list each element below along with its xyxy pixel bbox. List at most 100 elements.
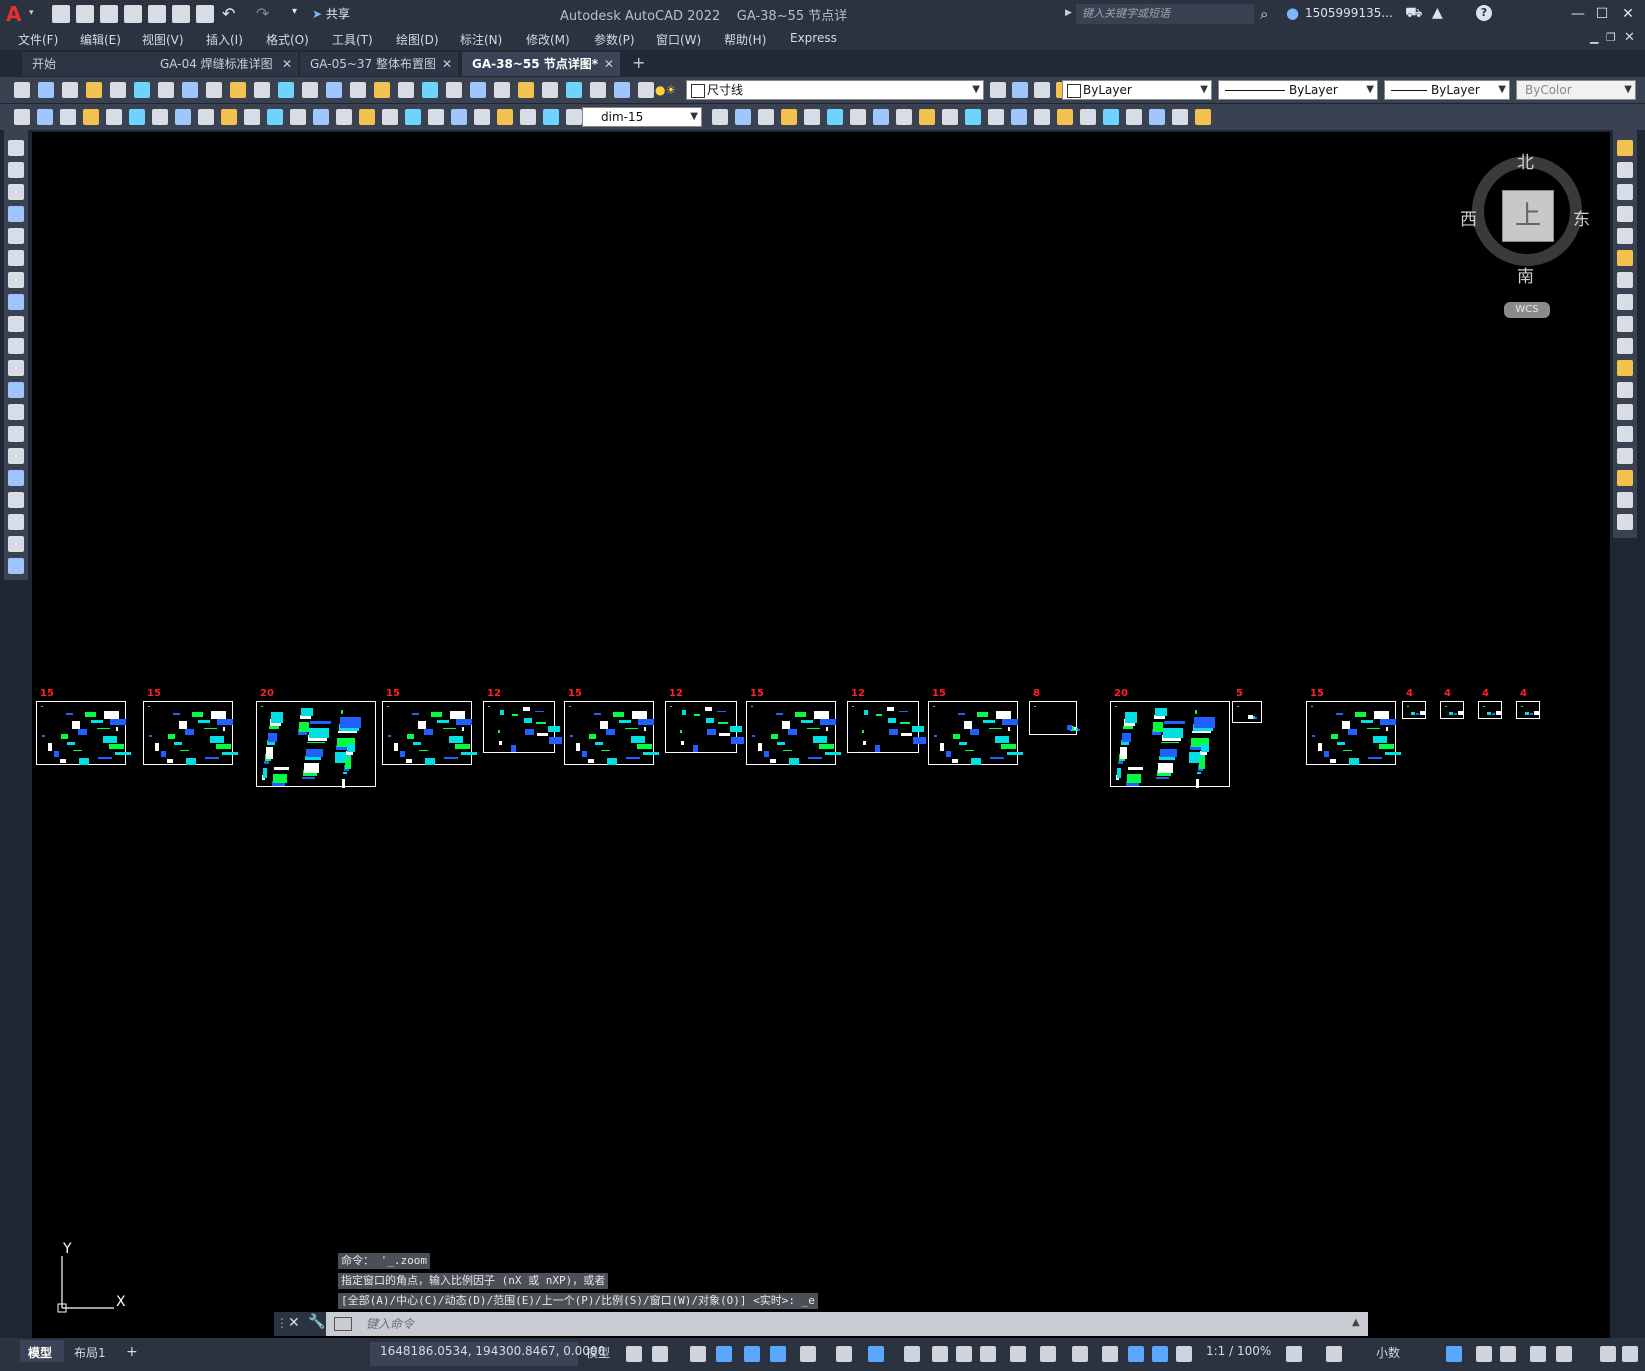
close-icon[interactable]: ✕ [1618, 4, 1638, 24]
ucs-origin-icon[interactable] [896, 109, 912, 125]
ortho-icon[interactable] [744, 1346, 760, 1362]
snap-icon[interactable] [652, 1346, 668, 1362]
gizmo-icon[interactable] [1072, 1346, 1088, 1362]
rectangle-icon[interactable] [8, 228, 24, 244]
orbit-icon[interactable] [735, 109, 751, 125]
layer-states-icon[interactable] [1034, 82, 1050, 98]
jogged-linear-icon[interactable] [382, 109, 398, 125]
dim-edit-icon[interactable] [405, 109, 421, 125]
ellipse-icon[interactable] [8, 338, 24, 354]
visual-style-icon[interactable] [1172, 109, 1188, 125]
transparency-icon[interactable] [932, 1346, 948, 1362]
dim-text-edit-icon[interactable] [428, 109, 444, 125]
color-dropdown[interactable]: ByLayer ▼ [1062, 80, 1212, 100]
mirror-icon[interactable] [1617, 184, 1633, 200]
menu-help[interactable]: 帮助(H) [724, 31, 766, 48]
break-icon[interactable] [1617, 404, 1633, 420]
dim-linear-icon[interactable] [14, 109, 30, 125]
undo-icon[interactable]: ↶ [222, 4, 235, 23]
menu-tools[interactable]: 工具(T) [332, 31, 373, 48]
isolate-objects-icon[interactable] [1476, 1346, 1492, 1362]
drawing-frame[interactable] [1440, 701, 1464, 719]
view-icon[interactable] [1126, 109, 1142, 125]
help-search-input[interactable]: 键入关键字或短语 [1076, 4, 1254, 24]
menu-dimension[interactable]: 标注(N) [460, 31, 502, 48]
drawing-frame[interactable] [1306, 701, 1401, 765]
hatch-icon[interactable] [8, 448, 24, 464]
save-icon[interactable] [638, 82, 654, 98]
search-icon[interactable]: ⌕ [1260, 5, 1268, 23]
materials-icon[interactable] [1057, 109, 1073, 125]
save-icon[interactable] [100, 5, 118, 23]
blend-icon[interactable] [1617, 492, 1633, 508]
menu-view[interactable]: 视图(V) [142, 31, 184, 48]
annotation-visibility-icon[interactable] [1102, 1346, 1118, 1362]
cart-icon[interactable]: ⛟ [1405, 5, 1423, 23]
menu-express[interactable]: Express [790, 31, 837, 45]
drawing-frame[interactable] [36, 701, 131, 765]
model-space-toggle[interactable]: 模型 [586, 1344, 610, 1361]
annotation-scale[interactable]: 1:1 / 100% [1206, 1344, 1271, 1358]
clean-screen-icon[interactable] [1530, 1346, 1546, 1362]
doc-minimize-icon[interactable]: ▁ [1590, 31, 1598, 44]
maximize-icon[interactable]: ☐ [1592, 4, 1612, 24]
drawing-frame[interactable] [1232, 701, 1262, 723]
add-selected-icon[interactable] [8, 558, 24, 574]
drawing-canvas[interactable]: 15 15 20 15 12 15 12 15 12 15 8 20 5 15 4 4 4 4 [32, 132, 1610, 1338]
auto-scale-icon[interactable] [1128, 1346, 1144, 1362]
3d-osnap-icon[interactable] [980, 1346, 996, 1362]
fillet-icon[interactable] [1617, 470, 1633, 486]
drawing-frame[interactable] [1029, 701, 1080, 735]
erase-icon[interactable] [1617, 140, 1633, 156]
tab-ga-04[interactable]: GA-04 焊缝标准详图 ✕ [150, 52, 298, 76]
open-file-icon[interactable] [76, 5, 94, 23]
visual-style-icon[interactable] [758, 109, 774, 125]
cut-icon[interactable] [158, 82, 174, 98]
join-icon[interactable] [1617, 426, 1633, 442]
dim-style-icon[interactable] [474, 109, 490, 125]
lights-icon[interactable] [1080, 109, 1096, 125]
polyline-icon[interactable] [8, 184, 24, 200]
new-tab-plus-icon[interactable]: + [632, 53, 645, 72]
new-icon[interactable] [14, 82, 30, 98]
dim-arc-icon[interactable] [60, 109, 76, 125]
make-block-icon[interactable] [8, 404, 24, 420]
scale-icon[interactable] [1617, 294, 1633, 310]
save-web-icon[interactable] [172, 5, 190, 23]
point-icon[interactable] [8, 426, 24, 442]
add-layout-plus-icon[interactable]: + [126, 1344, 138, 1360]
ucs-3point-icon[interactable] [942, 109, 958, 125]
grid-icon[interactable] [1600, 1346, 1616, 1362]
menu-edit[interactable]: 编辑(E) [80, 31, 121, 48]
compass-north[interactable]: 北 [1517, 148, 1534, 173]
tab-close-icon[interactable]: ✕ [604, 52, 614, 76]
ucs-menu-button[interactable]: WCS [1504, 302, 1550, 318]
drawing-frame[interactable] [256, 701, 376, 788]
tab-ga-38-55[interactable]: GA-38~55 节点详图* ✕ [462, 52, 620, 76]
render-icon[interactable] [1034, 109, 1050, 125]
drawing-frame[interactable] [143, 701, 238, 765]
new-file-icon[interactable] [52, 5, 70, 23]
customize-wrench-icon[interactable]: 🔧 [308, 1314, 325, 1330]
units-setting[interactable]: 小数 [1376, 1344, 1400, 1361]
copy-icon[interactable] [1617, 162, 1633, 178]
minimize-icon[interactable]: — [1568, 4, 1588, 24]
trim-icon[interactable] [1617, 338, 1633, 354]
close-command-icon[interactable]: ✕ [288, 1315, 300, 1331]
command-input[interactable]: 键入命令 [366, 1315, 1346, 1333]
menu-file[interactable]: 文件(F) [18, 31, 58, 48]
dimstyle-dropdown[interactable]: dim-15 ▼ [582, 107, 702, 127]
ucs-object-icon[interactable] [827, 109, 843, 125]
grip-icon[interactable]: ⋮ [276, 1316, 288, 1330]
pan-icon[interactable] [302, 82, 318, 98]
ucs-y-icon[interactable] [988, 109, 1004, 125]
dim-angular-icon[interactable] [175, 109, 191, 125]
undo-icon[interactable] [254, 82, 270, 98]
line-icon[interactable] [8, 140, 24, 156]
sheet-set-icon[interactable] [470, 82, 486, 98]
dim-continue-icon[interactable] [244, 109, 260, 125]
plot-icon[interactable] [86, 82, 102, 98]
autocad-logo-icon[interactable]: A [6, 3, 28, 25]
drawing-frame[interactable] [483, 701, 562, 753]
doc-restore-icon[interactable]: ❐ [1606, 31, 1616, 44]
